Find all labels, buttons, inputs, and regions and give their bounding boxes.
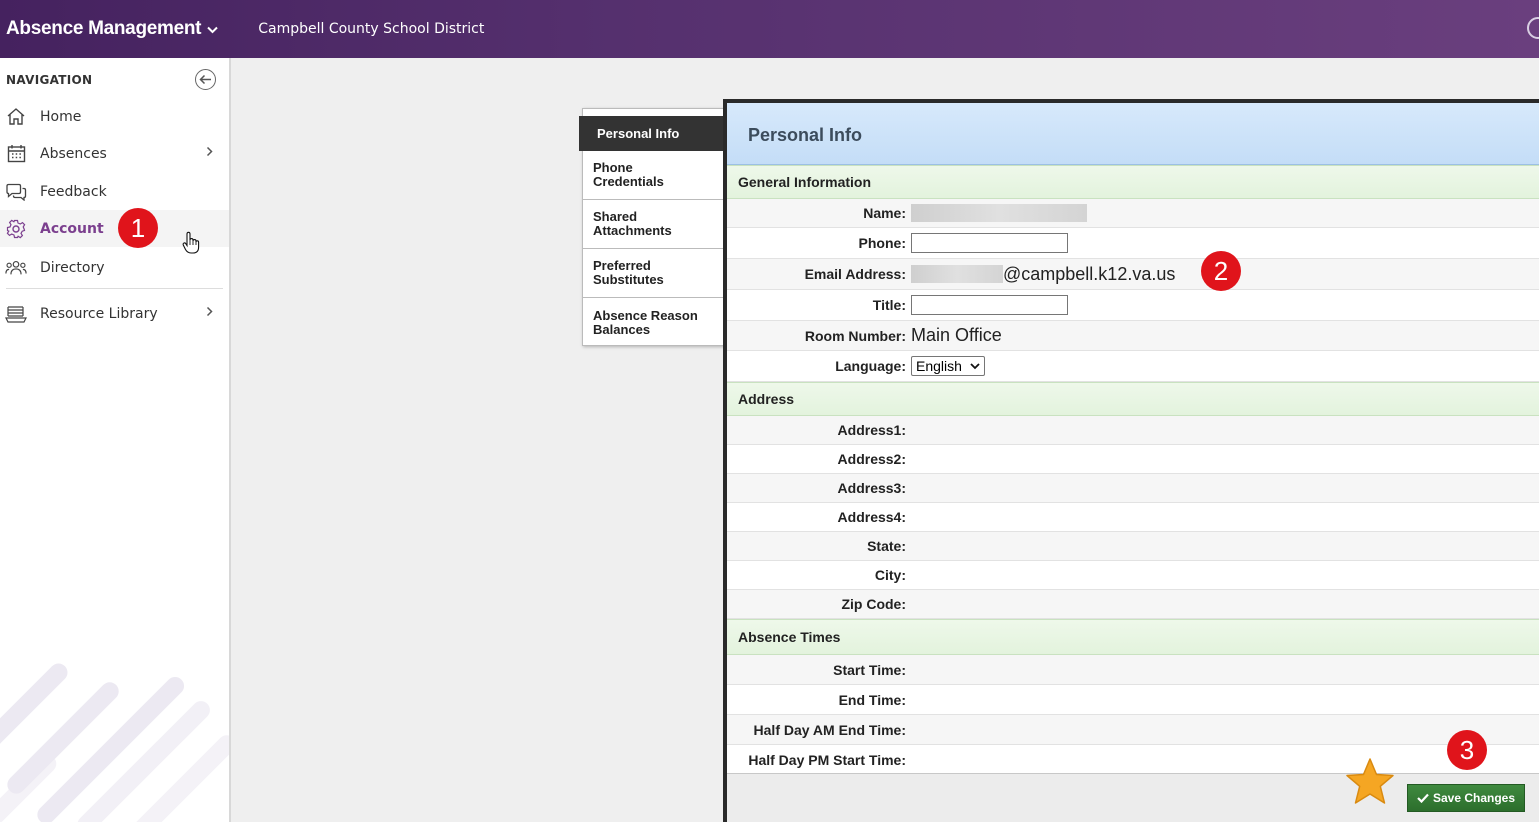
tab-label: Shared Attachments <box>593 209 672 238</box>
address2-row: Address2: <box>727 445 1539 474</box>
panel-title: Personal Info <box>748 125 863 145</box>
email-domain: @campbell.k12.va.us <box>1003 263 1176 284</box>
sidebar-item-feedback[interactable]: Feedback <box>0 173 229 210</box>
tab-shared-attachments[interactable]: Shared Attachments <box>583 200 724 249</box>
room-row: Room Number: Main Office <box>727 321 1539 351</box>
sidebar-item-label: Account <box>40 220 104 237</box>
sidebar-item-absences[interactable]: Absences <box>0 135 229 172</box>
address3-row: Address3: <box>727 474 1539 503</box>
sidebar-item-home[interactable]: Home <box>0 98 229 135</box>
people-icon <box>5 259 27 277</box>
collapse-sidebar-button[interactable] <box>195 69 216 90</box>
city-row: City: <box>727 561 1539 590</box>
title-row: Title: <box>727 290 1539 321</box>
language-selected-value: English <box>916 358 962 374</box>
sidebar-decoration <box>0 592 229 822</box>
name-value-redacted <box>911 204 1087 222</box>
section-address: Address <box>727 382 1539 416</box>
address4-label: Address4: <box>837 509 906 525</box>
sidebar-item-label: Feedback <box>40 183 107 200</box>
chat-icon <box>5 183 27 201</box>
state-row: State: <box>727 532 1539 561</box>
save-button-label: Save Changes <box>1432 791 1516 805</box>
save-changes-button[interactable]: Save Changes <box>1407 784 1525 812</box>
calendar-icon <box>5 144 27 163</box>
panel-footer: Save Changes <box>727 773 1539 822</box>
half-day-am-label: Half Day AM End Time: <box>753 721 906 738</box>
start-time-row: Start Time: <box>727 655 1539 685</box>
step-3-badge: 3 <box>1447 730 1487 770</box>
chevron-right-icon <box>206 146 213 161</box>
checkmark-icon <box>1417 793 1429 803</box>
room-value: Main Office <box>911 325 1002 345</box>
chevron-right-icon <box>206 306 213 321</box>
phone-row: Phone: <box>727 228 1539 259</box>
gear-icon <box>5 219 27 239</box>
sidebar-item-label: Directory <box>40 259 105 276</box>
half-day-pm-label: Half Day PM Start Time: <box>748 751 906 768</box>
star-icon <box>1344 757 1396 812</box>
chevron-down-icon <box>970 362 980 369</box>
state-label: State: <box>867 538 906 554</box>
title-input[interactable] <box>911 295 1068 315</box>
arrow-left-icon <box>199 74 211 85</box>
tab-label: Phone Credentials <box>593 160 664 189</box>
nav-divider <box>6 288 223 289</box>
account-tabs: Personal Info Phone Credentials Shared A… <box>579 108 724 347</box>
title-label: Title: <box>872 297 906 313</box>
tab-label: Preferred Substitutes <box>593 258 664 287</box>
step-1-badge: 1 <box>118 208 158 248</box>
room-label: Room Number: <box>804 327 906 344</box>
tab-personal-info[interactable]: Personal Info <box>579 116 724 151</box>
address1-row: Address1: <box>727 416 1539 445</box>
step-2-badge: 2 <box>1201 251 1241 291</box>
library-icon <box>5 304 27 324</box>
tab-label: Absence Reason Balances <box>593 307 698 337</box>
address3-label: Address3: <box>837 480 906 496</box>
tab-label: Personal Info <box>597 125 680 141</box>
app-switcher[interactable]: Absence Management <box>6 18 218 40</box>
section-absence-times: Absence Times <box>727 619 1539 655</box>
panel-header: Personal Info <box>727 103 1539 165</box>
zip-label: Zip Code: <box>841 596 906 612</box>
home-icon <box>5 107 27 126</box>
address2-label: Address2: <box>837 451 906 467</box>
tab-absence-reason-balances[interactable]: Absence Reason Balances <box>583 298 724 347</box>
sidebar: NAVIGATION Home Absences Feedback Accoun… <box>0 58 231 822</box>
phone-input[interactable] <box>911 233 1068 253</box>
zip-row: Zip Code: <box>727 590 1539 619</box>
district-name: Campbell County School District <box>258 21 485 37</box>
start-time-label: Start Time: <box>833 661 906 678</box>
half-day-am-row: Half Day AM End Time: <box>727 715 1539 745</box>
address1-label: Address1: <box>837 422 906 438</box>
sidebar-item-label: Resource Library <box>40 305 158 322</box>
help-icon[interactable] <box>1527 17 1539 39</box>
chevron-down-icon <box>207 23 218 37</box>
end-time-label: End Time: <box>838 691 906 708</box>
sidebar-item-label: Home <box>40 108 82 125</box>
email-label: Email Address: <box>804 266 906 282</box>
language-select[interactable]: English <box>911 356 985 376</box>
language-row: Language: English <box>727 351 1539 382</box>
hand-cursor-icon <box>182 231 200 260</box>
tab-phone-credentials[interactable]: Phone Credentials <box>583 151 724 200</box>
name-row: Name: <box>727 199 1539 228</box>
half-day-pm-row: Half Day PM Start Time: <box>727 745 1539 775</box>
section-general-information: General Information <box>727 165 1539 199</box>
top-bar: Absence Management Campbell County Schoo… <box>0 0 1539 58</box>
tab-preferred-substitutes[interactable]: Preferred Substitutes <box>583 249 724 298</box>
address4-row: Address4: <box>727 503 1539 532</box>
nav-heading: NAVIGATION <box>6 73 93 87</box>
language-label: Language: <box>835 358 906 374</box>
name-label: Name: <box>863 205 906 221</box>
city-label: City: <box>874 567 906 583</box>
personal-info-panel: Personal Info General Information Name: … <box>723 99 1539 822</box>
email-user-redacted <box>911 265 1003 283</box>
sidebar-item-label: Absences <box>40 145 107 162</box>
email-row: Email Address: @campbell.k12.va.us <box>727 259 1539 290</box>
app-title: Absence Management <box>6 18 202 39</box>
sidebar-item-resource-library[interactable]: Resource Library <box>0 295 229 332</box>
end-time-row: End Time: <box>727 685 1539 715</box>
phone-label: Phone: <box>858 235 906 251</box>
